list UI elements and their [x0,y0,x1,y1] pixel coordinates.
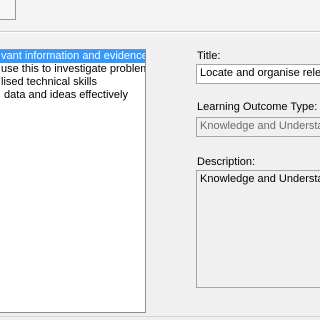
description-field[interactable]: Knowledge and Understanding [196,170,320,288]
list-item[interactable]: vant information and evidence [0,50,145,63]
toolbar-frame [0,0,16,20]
title-label: Title: [197,50,221,62]
learning-outcome-list[interactable]: vant information and evidence use this t… [0,49,146,313]
description-label: Description: [197,156,256,168]
learning-outcome-type-field[interactable]: Knowledge and Understanding [196,117,320,137]
window-bottom-edge [0,316,320,317]
toolbar-divider-highlight [0,32,320,33]
list-item[interactable]: lised technical skills [0,76,145,89]
list-item[interactable]: use this to investigate problems [0,63,145,76]
learning-outcome-type-label: Learning Outcome Type: [197,101,318,113]
list-item[interactable]: data and ideas effectively [0,89,145,102]
title-field[interactable]: Locate and organise relevant [196,64,320,84]
